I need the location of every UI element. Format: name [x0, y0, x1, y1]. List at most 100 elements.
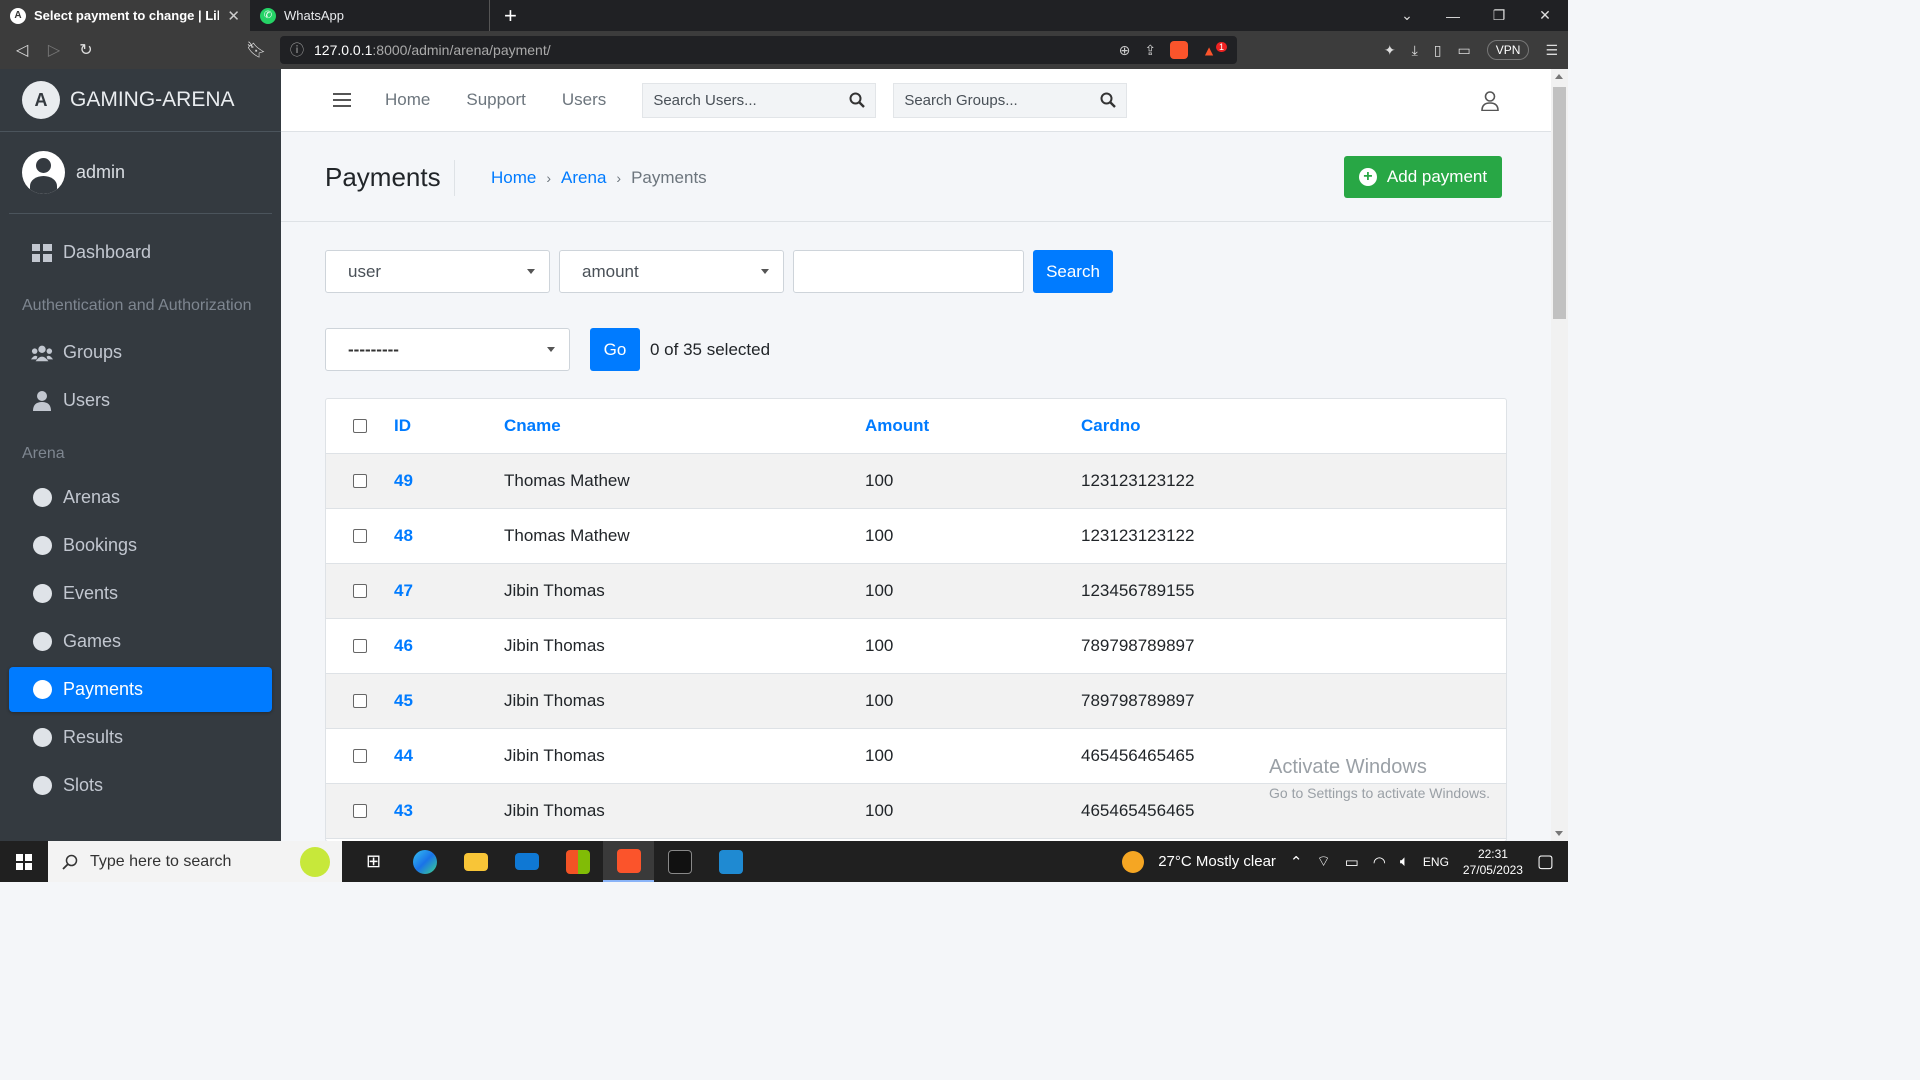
sidebar-item-results[interactable]: Results [9, 715, 272, 760]
battery-icon[interactable]: ▭ [1345, 853, 1359, 871]
language-indicator[interactable]: ENG [1423, 855, 1449, 869]
circle-icon [31, 487, 53, 509]
search-icon[interactable] [849, 92, 866, 108]
edge-icon[interactable] [399, 841, 450, 882]
add-payment-button[interactable]: + Add payment [1344, 156, 1502, 198]
row-checkbox[interactable] [353, 454, 368, 508]
url-field[interactable]: ⓘ 127.0.0.1:8000/admin/arena/payment/ ⊕ … [280, 36, 1237, 64]
row-id-link[interactable]: 49 [394, 454, 413, 508]
sidebar-item-slots[interactable]: Slots [9, 763, 272, 808]
search-users-input[interactable]: Search Users... [642, 82, 877, 118]
download-icon[interactable]: ⤓ [1412, 42, 1418, 59]
sidebar-item-groups[interactable]: Groups [9, 330, 272, 375]
row-checkbox[interactable] [353, 784, 368, 838]
bookmark-icon[interactable]: 🔖︎ [240, 40, 272, 60]
scroll-up-icon[interactable] [1555, 74, 1563, 79]
row-id-link[interactable]: 48 [394, 509, 413, 563]
address-bar-row: ◁ ▷ ↻ 🔖︎ ⓘ 127.0.0.1:8000/admin/arena/pa… [0, 31, 1568, 69]
nav-link-support[interactable]: Support [466, 90, 526, 110]
search-input[interactable] [793, 250, 1024, 293]
start-button[interactable] [0, 841, 48, 882]
breadcrumb-home[interactable]: Home [491, 168, 536, 188]
weather-text[interactable]: 27°C Mostly clear [1158, 853, 1276, 870]
column-header-cname[interactable]: Cname [504, 399, 561, 453]
chevron-up-icon[interactable]: ⌃ [1290, 853, 1303, 871]
search-button[interactable]: Search [1033, 250, 1113, 293]
tennis-icon [300, 846, 330, 877]
wifi-icon[interactable]: ◠ [1373, 853, 1386, 871]
brave-shields-icon[interactable] [1170, 41, 1189, 59]
vpn-button[interactable]: VPN [1486, 40, 1530, 60]
search-icon[interactable] [1100, 92, 1117, 108]
site-info-icon[interactable]: ⓘ [290, 40, 304, 60]
row-checkbox[interactable] [353, 729, 368, 783]
sidebar-item-dashboard[interactable]: Dashboard [9, 230, 272, 275]
scrollbar-thumb[interactable] [1553, 87, 1566, 319]
column-header-cardno[interactable]: Cardno [1081, 399, 1141, 453]
go-button[interactable]: Go [590, 328, 640, 371]
nav-header-arena: Arena [22, 445, 65, 462]
volume-icon[interactable]: 🔈︎ [1400, 853, 1409, 870]
brave-rewards-icon[interactable]: ▲ 1 [1202, 41, 1227, 58]
maximize-icon[interactable]: ❐ [1476, 0, 1522, 31]
sidebar-item-events[interactable]: Events [9, 571, 272, 616]
action-select[interactable]: --------- [325, 328, 570, 371]
terminal-icon[interactable] [654, 841, 705, 882]
file-explorer-icon[interactable] [450, 841, 501, 882]
scroll-down-icon[interactable] [1555, 831, 1563, 836]
brand[interactable]: A GAMING-ARENA [0, 69, 281, 132]
zoom-icon[interactable]: ⊕ [1119, 42, 1131, 59]
column-header-amount[interactable]: Amount [865, 399, 929, 453]
hamburger-menu-icon[interactable] [333, 93, 351, 107]
tab-payments[interactable]: A Select payment to change | Library ✕ [0, 0, 250, 31]
column-header-id[interactable]: ID [394, 399, 411, 453]
new-tab-button[interactable]: + [490, 0, 531, 31]
sidebar-item-bookings[interactable]: Bookings [9, 523, 272, 568]
reload-icon[interactable]: ↻ [70, 40, 102, 60]
page-scrollbar[interactable] [1551, 69, 1568, 841]
row-checkbox[interactable] [353, 509, 368, 563]
search-groups-input[interactable]: Search Groups... [893, 82, 1128, 118]
breadcrumb-arena[interactable]: Arena [561, 168, 606, 188]
brave-browser-icon[interactable] [603, 841, 654, 882]
select-all-checkbox[interactable] [353, 399, 368, 453]
store-icon[interactable] [552, 841, 603, 882]
sidebar-item-users[interactable]: Users [9, 378, 272, 423]
forward-icon[interactable]: ▷ [38, 40, 70, 60]
minimize-icon[interactable]: — [1430, 0, 1476, 31]
sidebar-item-payments[interactable]: Payments [9, 667, 272, 712]
amount-filter-select[interactable]: amount [559, 250, 784, 293]
row-checkbox[interactable] [353, 619, 368, 673]
tab-search-icon[interactable]: ⌄ [1384, 0, 1430, 31]
taskbar-search-box[interactable]: Type here to search [48, 841, 342, 882]
row-checkbox[interactable] [353, 674, 368, 728]
row-id-link[interactable]: 47 [394, 564, 413, 618]
row-id-link[interactable]: 44 [394, 729, 413, 783]
back-icon[interactable]: ◁ [6, 40, 38, 60]
vscode-icon[interactable] [705, 841, 756, 882]
row-id-link[interactable]: 43 [394, 784, 413, 838]
row-id-link[interactable]: 45 [394, 674, 413, 728]
user-panel[interactable]: admin [9, 132, 272, 214]
share-icon[interactable]: ⇪ [1144, 42, 1156, 59]
row-checkbox[interactable] [353, 564, 368, 618]
tab-whatsapp[interactable]: ✆ WhatsApp [250, 0, 490, 31]
close-window-icon[interactable]: ✕ [1522, 0, 1568, 31]
sidebar-toggle-icon[interactable]: ▯ [1434, 42, 1442, 59]
profile-icon[interactable] [1481, 91, 1499, 111]
task-view-icon[interactable]: ⊞ [348, 841, 399, 882]
mail-icon[interactable] [501, 841, 552, 882]
sidebar-item-arenas[interactable]: Arenas [9, 475, 272, 520]
row-id-link[interactable]: 46 [394, 619, 413, 673]
nav-link-home[interactable]: Home [385, 90, 430, 110]
menu-icon[interactable]: ☰ [1545, 42, 1558, 59]
nav-link-users[interactable]: Users [562, 90, 606, 110]
sidebar-item-games[interactable]: Games [9, 619, 272, 664]
user-filter-select[interactable]: user [325, 250, 550, 293]
close-tab-icon[interactable]: ✕ [227, 7, 240, 25]
notification-center-icon[interactable]: ▢ [1537, 851, 1554, 872]
clock[interactable]: 22:31 27/05/2023 [1463, 846, 1523, 878]
extensions-icon[interactable]: ✦ [1384, 42, 1396, 59]
network-icon[interactable]: ⌔ [1317, 852, 1331, 871]
wallet-icon[interactable]: ▭ [1458, 42, 1471, 59]
